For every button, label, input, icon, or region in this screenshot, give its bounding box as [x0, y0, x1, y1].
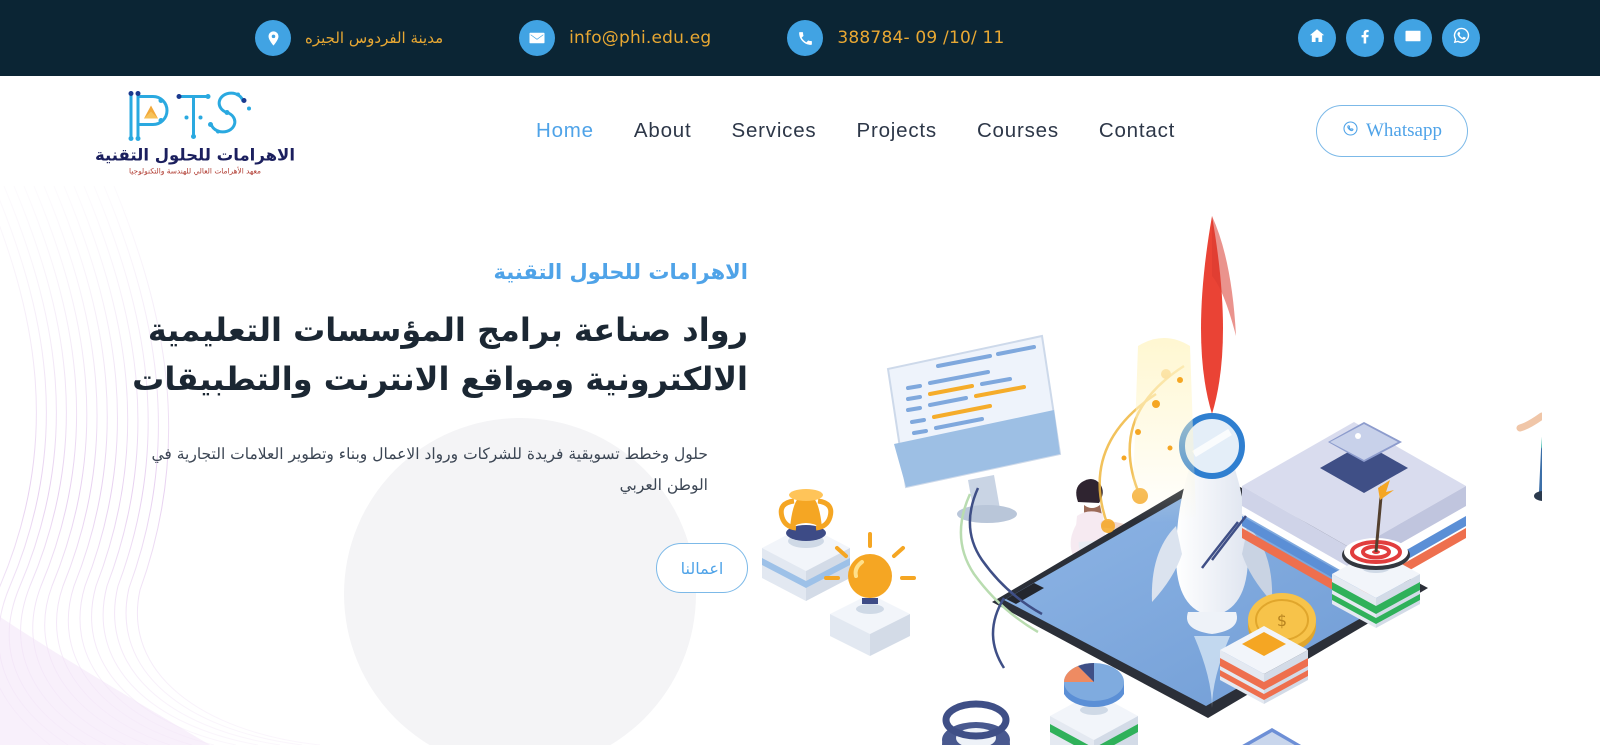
contact-location[interactable]: مدينة الفردوس الجيزه	[255, 20, 443, 56]
nav-link-about[interactable]: About	[634, 119, 732, 143]
social-links	[1298, 19, 1480, 57]
social-email-button[interactable]	[1394, 19, 1432, 57]
illustration-person-man-top	[1516, 412, 1542, 501]
whatsapp-cta-label: Whatsapp	[1366, 120, 1442, 141]
envelope-icon	[1404, 27, 1422, 50]
location-pin-icon	[255, 20, 291, 56]
nav-link-services[interactable]: Services	[731, 119, 856, 143]
main-navigation-bar: الاهرامات للحلول التقنية معهد الأهرامات …	[0, 76, 1600, 186]
illustration-lightbulb	[824, 532, 916, 656]
hero-eyebrow: الاهرامات للحلول التقنية	[493, 260, 748, 284]
home-icon	[1308, 27, 1326, 50]
hero-description: حلول وخطط تسويقية فريدة للشركات ورواد ال…	[151, 445, 708, 495]
nav-link-projects[interactable]: Projects	[856, 119, 976, 143]
site-logo[interactable]: الاهرامات للحلول التقنية معهد الأهرامات …	[95, 87, 295, 176]
whatsapp-cta-button[interactable]: Whatsapp	[1316, 105, 1468, 157]
pts-logo-mark	[128, 91, 251, 141]
logo-arabic-name: الاهرامات للحلول التقنية	[95, 145, 295, 165]
contact-phone[interactable]: 388784- 09 /10/ 11	[787, 20, 1004, 56]
hero-title-line-2: الالكترونية ومواقع الانترنت والتطبيقات	[132, 359, 748, 398]
contact-location-text: مدينة الفردوس الجيزه	[305, 29, 444, 47]
social-whatsapp-button[interactable]	[1442, 19, 1480, 57]
svg-text:$: $	[1277, 611, 1287, 630]
top-contact-bar: مدينة الفردوس الجيزه info@phi.edu.eg 388…	[0, 0, 1600, 76]
envelope-icon	[519, 20, 556, 56]
contact-email-text: info@phi.edu.eg	[569, 28, 712, 48]
nav-link-courses[interactable]: Courses	[977, 119, 1099, 143]
whatsapp-icon	[1342, 120, 1359, 143]
hero-title-line-1: رواد صناعة برامج المؤسسات التعليمية	[147, 311, 748, 349]
nav-link-list: Home About Services Projects Courses Con…	[536, 119, 1215, 143]
hero-text-block: الاهرامات للحلول التقنية رواد صناعة برام…	[108, 260, 748, 594]
contact-email[interactable]: info@phi.edu.eg	[519, 20, 711, 56]
whatsapp-icon	[1452, 26, 1471, 50]
hero-illustration: $	[762, 216, 1542, 745]
illustration-gear-icon-3d	[942, 700, 1010, 745]
social-home-button[interactable]	[1298, 19, 1336, 57]
topbar-contact-list: مدينة الفردوس الجيزه info@phi.edu.eg 388…	[255, 20, 1005, 56]
hero-cta-button[interactable]: اعمالنا	[656, 543, 748, 594]
logo-arabic-subtitle: معهد الأهرامات العالي للهندسة والتكنولوج…	[129, 166, 261, 176]
illustration-trophy	[762, 489, 850, 601]
nav-link-home[interactable]: Home	[536, 119, 634, 143]
facebook-icon	[1356, 27, 1374, 50]
hero-title: رواد صناعة برامج المؤسسات التعليمية الال…	[108, 306, 748, 403]
nav-link-contact[interactable]: Contact	[1099, 119, 1215, 143]
illustration-piechart-pedestal	[1050, 663, 1138, 745]
phone-icon	[787, 20, 824, 56]
illustration-tablet	[1242, 728, 1302, 745]
hero-section: $ الاهرامات للحلول التقنية رواد صناعة بر…	[0, 186, 1600, 745]
contact-phone-text: 388784- 09 /10/ 11	[837, 28, 1005, 48]
social-facebook-button[interactable]	[1346, 19, 1384, 57]
